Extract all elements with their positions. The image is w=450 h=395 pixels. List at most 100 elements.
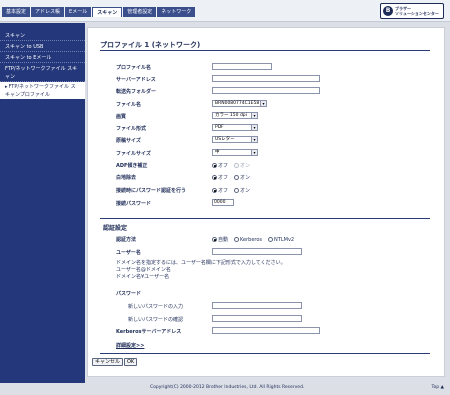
- main-panel: プロファイル 1 (ネットワーク) プロファイル名 サーバーアドレス 転送先フォ…: [87, 27, 445, 377]
- domain-note-line-1: ドメイン名を指定するには、ユーザー名欄に下記形式で入力してください。: [116, 260, 286, 266]
- brother-logo-icon: B: [383, 6, 393, 16]
- remove-bg-label: 白地除去: [116, 175, 137, 181]
- quality-value: カラー 150 dpi: [215, 113, 247, 118]
- radio-label: オン: [240, 188, 251, 194]
- remove-bg-on-radio[interactable]: オン: [234, 174, 250, 181]
- confirm-password-label: 新しいパスワードの確認: [128, 317, 184, 323]
- tab-general[interactable]: 基本設定: [2, 7, 31, 17]
- radio-icon: [268, 237, 274, 242]
- adf-deskew-label: ADF傾き補正: [116, 163, 148, 169]
- pw-confirm-label: 接続時にパスワード認証を行う: [116, 188, 187, 194]
- file-name-label: ファイル名: [116, 102, 142, 108]
- quality-select[interactable]: カラー 150 dpi ▾: [212, 112, 258, 119]
- radio-label: 自動: [218, 237, 229, 243]
- profile-name-label: プロファイル名: [116, 65, 152, 71]
- bottom-divider: [100, 353, 430, 354]
- dest-folder-input[interactable]: [212, 87, 320, 94]
- tab-email[interactable]: Eメール: [65, 7, 92, 17]
- tab-network[interactable]: ネットワーク: [157, 7, 196, 17]
- cancel-button[interactable]: キャンセル: [92, 358, 124, 366]
- ok-button[interactable]: OK: [124, 358, 138, 366]
- sidebar-item-scan-to-usb[interactable]: スキャン to USB: [0, 41, 85, 52]
- sidebar: スキャン スキャン to USB スキャン to Eメール FTP/ネットワーク…: [0, 23, 85, 383]
- tab-administrator[interactable]: 管理者設定: [123, 7, 157, 17]
- auth-auto-radio[interactable]: 自動: [212, 236, 228, 243]
- tab-scan[interactable]: スキャン: [92, 7, 123, 17]
- quality-label: 画質: [116, 114, 127, 120]
- doc-size-select[interactable]: USレター ▾: [212, 136, 258, 143]
- doc-size-label: 原稿サイズ: [116, 138, 141, 144]
- username-label: ユーザー名: [116, 250, 141, 256]
- pw-confirm-on-radio[interactable]: オン: [234, 187, 250, 194]
- file-size-select[interactable]: 中 ▾: [212, 149, 258, 156]
- domain-note-line-2: ユーザー名@ドメイン名: [116, 267, 171, 273]
- page-title: プロファイル 1 (ネットワーク): [100, 41, 201, 49]
- copyright-text: Copyright(C) 2000-2012 Brother Industrie…: [150, 385, 305, 390]
- auth-ntlmv2-radio[interactable]: NTLMv2: [268, 236, 294, 243]
- chevron-down-icon: ▾: [251, 137, 257, 142]
- profile-name-input[interactable]: [212, 63, 272, 70]
- file-name-select[interactable]: BRN0080774C1E58 ▾: [212, 100, 267, 107]
- remove-bg-off-radio[interactable]: オフ: [212, 174, 228, 181]
- logo-text: ブラザー ソリューションセンター: [395, 6, 439, 16]
- advanced-settings-link[interactable]: 詳細設定>>: [116, 342, 144, 349]
- pin-label: 接続パスワード: [116, 201, 152, 207]
- server-address-input[interactable]: [212, 75, 320, 82]
- active-marker-icon: ▸: [5, 84, 8, 90]
- top-nav-bar: 基本設定 アドレス帳 Eメール スキャン 管理者設定 ネットワーク B ブラザー…: [0, 0, 450, 22]
- auth-kerberos-radio[interactable]: Kerberos: [234, 236, 262, 243]
- chevron-down-icon: ▾: [260, 101, 266, 106]
- adf-deskew-options: オフ オン: [212, 162, 250, 169]
- file-name-value: BRN0080774C1E58: [215, 101, 260, 106]
- logo-line-2: ソリューションセンター: [395, 11, 439, 16]
- tab-address-book[interactable]: アドレス帳: [31, 7, 65, 17]
- new-password-input[interactable]: [212, 302, 302, 309]
- radio-selected-icon: [212, 163, 217, 168]
- solutions-center-link[interactable]: B ブラザー ソリューションセンター: [380, 3, 444, 19]
- sidebar-item-ftp-network-scan[interactable]: FTP/ネットワークファイル スキャン: [0, 63, 85, 82]
- pw-confirm-options: オフ オン: [212, 187, 250, 194]
- password-label: パスワード: [116, 291, 142, 297]
- radio-selected-icon: [212, 188, 217, 193]
- auth-section-title: 認証設定: [103, 225, 128, 232]
- radio-icon: [234, 163, 240, 168]
- file-type-select[interactable]: PDF ▾: [212, 124, 258, 131]
- auth-method-options: 自動 Kerberos NTLMv2: [212, 236, 294, 243]
- file-size-label: ファイルサイズ: [116, 151, 151, 157]
- dest-folder-label: 転送先フォルダー: [116, 89, 157, 95]
- radio-selected-icon: [212, 175, 217, 180]
- file-type-value: PDF: [215, 125, 224, 130]
- pin-input[interactable]: 0000: [212, 199, 234, 206]
- sidebar-item-scan[interactable]: スキャン: [0, 30, 85, 41]
- radio-icon: [234, 237, 240, 242]
- adf-deskew-on-radio: オン: [234, 162, 250, 169]
- file-size-value: 中: [215, 150, 220, 155]
- chevron-down-icon: ▾: [251, 150, 257, 155]
- confirm-password-input[interactable]: [212, 315, 302, 322]
- radio-label: NTLMv2: [274, 236, 295, 243]
- chevron-down-icon: ▾: [251, 113, 257, 118]
- doc-size-value: USレター: [215, 137, 235, 142]
- back-to-top-link[interactable]: Top ▲: [432, 385, 445, 390]
- username-input[interactable]: [212, 248, 302, 255]
- chevron-down-icon: ▾: [251, 125, 257, 130]
- kerberos-server-label: Kerberosサーバーアドレス: [116, 329, 182, 335]
- radio-label: オフ: [218, 175, 229, 181]
- remove-bg-options: オフ オン: [212, 174, 250, 181]
- server-address-label: サーバーアドレス: [116, 77, 156, 83]
- domain-note-line-3: ドメイン名¥ユーザー名: [116, 274, 170, 280]
- pw-confirm-off-radio[interactable]: オフ: [212, 187, 228, 194]
- new-password-label: 新しいパスワードの入力: [128, 304, 184, 310]
- nav-tabs: 基本設定 アドレス帳 Eメール スキャン 管理者設定 ネットワーク: [2, 7, 196, 17]
- sidebar-item-scan-profile[interactable]: ▸FTP/ネットワークファイル スキャンプロファイル: [0, 81, 85, 99]
- radio-label: Kerberos: [240, 236, 263, 243]
- radio-selected-icon: [212, 237, 217, 242]
- radio-icon: [234, 175, 240, 180]
- adf-deskew-off-radio[interactable]: オフ: [212, 162, 228, 169]
- footer: Copyright(C) 2000-2012 Brother Industrie…: [0, 383, 450, 395]
- file-type-label: ファイル形式: [116, 126, 147, 132]
- sidebar-item-label: FTP/ネットワークファイル スキャンプロファイル: [5, 84, 76, 98]
- kerberos-server-input[interactable]: [212, 327, 320, 334]
- sidebar-item-scan-to-email[interactable]: スキャン to Eメール: [0, 52, 85, 63]
- radio-icon: [234, 188, 240, 193]
